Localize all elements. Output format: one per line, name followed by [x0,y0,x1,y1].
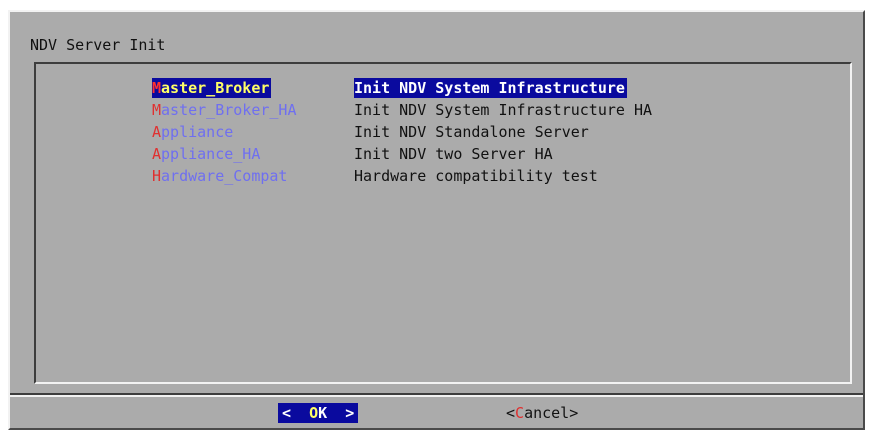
menu-list: Master_Broker Init NDV System Infrastruc… [34,62,852,384]
menu-item-tag-text: ardware_Compat [161,167,288,185]
menu-item-tag: Master_Broker [152,78,272,98]
menu-item-hotkey: A [152,123,162,141]
menu-item-hotkey: A [152,145,162,163]
menu-item-description: Init NDV Standalone Server [354,123,589,141]
ok-button-left-bracket: < [282,404,310,422]
menu-item-hotkey: M [152,101,162,119]
menu-item-master-broker-ha[interactable]: Master_Broker_HA Init NDV System Infrast… [152,100,652,120]
menu-item-hotkey: H [152,167,162,185]
menu-item-hardware-compat[interactable]: Hardware_Compat Hardware compatibility t… [152,166,598,186]
menu-item-master-broker[interactable]: Master_Broker Init NDV System Infrastruc… [152,78,627,98]
menu-item-tag-text: aster_Broker [161,79,270,97]
dialog-window: NDV Server Init Master_Broker Init NDV S… [8,10,865,430]
menu-item-description: Init NDV System Infrastructure HA [354,101,653,119]
cancel-button-right-bracket: > [569,404,579,422]
menu-item-tag: Appliance [152,122,342,142]
menu-item-tag: Master_Broker_HA [152,100,342,120]
menu-item-appliance[interactable]: Appliance Init NDV Standalone Server [152,122,589,142]
menu-item-description: Init NDV System Infrastructure [354,78,627,98]
menu-item-tag-text: ppliance_HA [161,145,261,163]
menu-item-description: Hardware compatibility test [354,167,598,185]
button-bar-separator [10,393,863,397]
menu-item-tag: Appliance_HA [152,144,342,164]
cancel-button-left-bracket: < [506,404,516,422]
dialog-title: NDV Server Init [30,36,166,54]
ok-button-hotkey: O [309,404,319,422]
menu-item-tag: Hardware_Compat [152,166,342,186]
menu-item-appliance-ha[interactable]: Appliance_HA Init NDV two Server HA [152,144,553,164]
menu-item-description: Init NDV two Server HA [354,145,553,163]
cancel-button-hotkey: C [515,404,525,422]
ok-button-right-bracket: > [327,404,355,422]
ok-button[interactable]: < OK > [278,403,359,423]
menu-item-hotkey: M [152,79,162,97]
cancel-button[interactable]: <Cancel> [506,403,578,423]
cancel-button-label: ancel [524,404,570,422]
menu-item-tag-text: ppliance [161,123,234,141]
menu-item-tag-text: aster_Broker_HA [161,101,297,119]
ok-button-label: K [318,404,328,422]
